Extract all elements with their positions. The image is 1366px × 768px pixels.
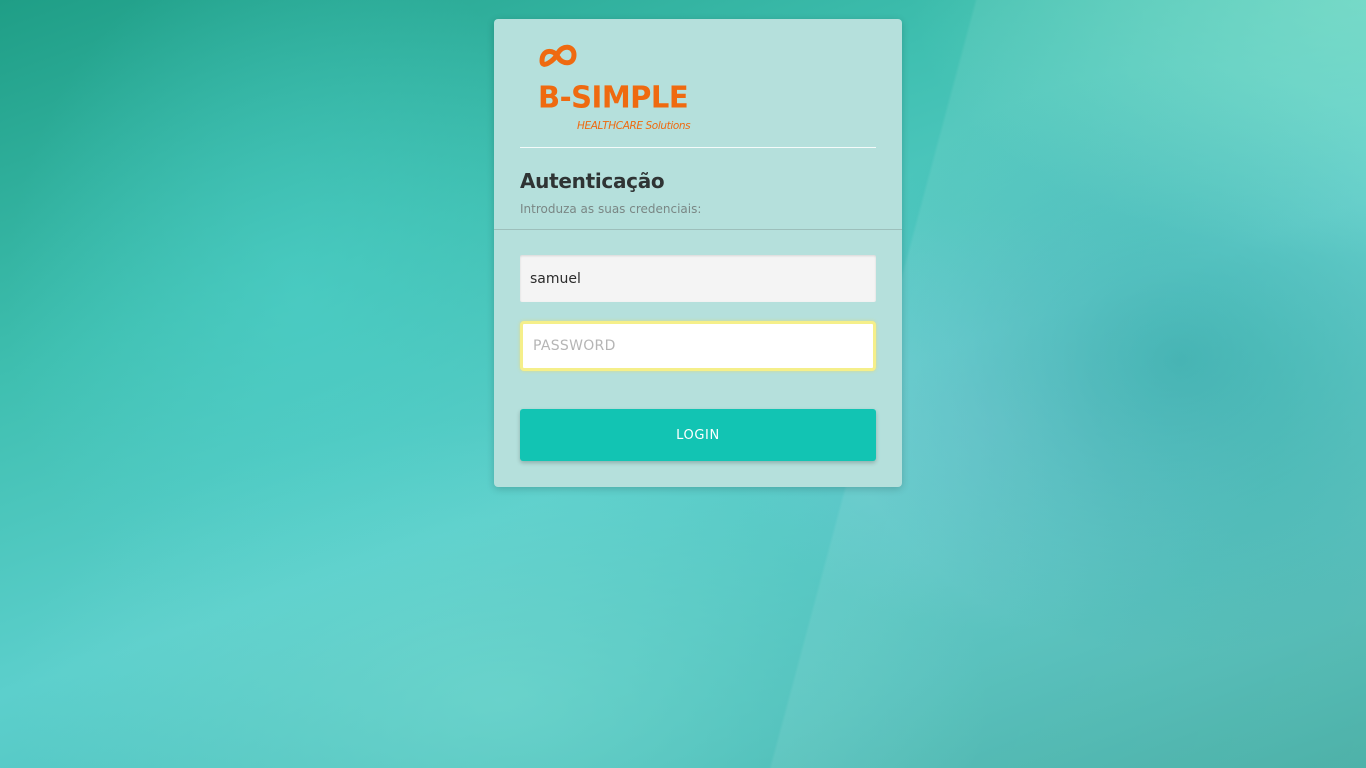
- login-card: B-SIMPLE HEALTHCARE Solutions Autenticaç…: [494, 19, 902, 487]
- background-highlight: [906, 0, 1366, 260]
- brand-logo: B-SIMPLE HEALTHCARE Solutions: [534, 39, 704, 135]
- logo-tagline: HEALTHCARE Solutions: [577, 120, 691, 132]
- username-input[interactable]: [520, 255, 876, 302]
- infinity-logo-icon: [539, 44, 577, 67]
- page-title: Autenticação: [520, 169, 665, 193]
- login-button[interactable]: LOGIN: [520, 409, 876, 461]
- section-divider: [494, 229, 902, 230]
- page-subtitle: Introduza as suas credenciais:: [520, 202, 702, 216]
- header-divider: [520, 147, 876, 148]
- password-input[interactable]: [520, 321, 876, 371]
- logo-wordmark: B-SIMPLE: [538, 79, 689, 115]
